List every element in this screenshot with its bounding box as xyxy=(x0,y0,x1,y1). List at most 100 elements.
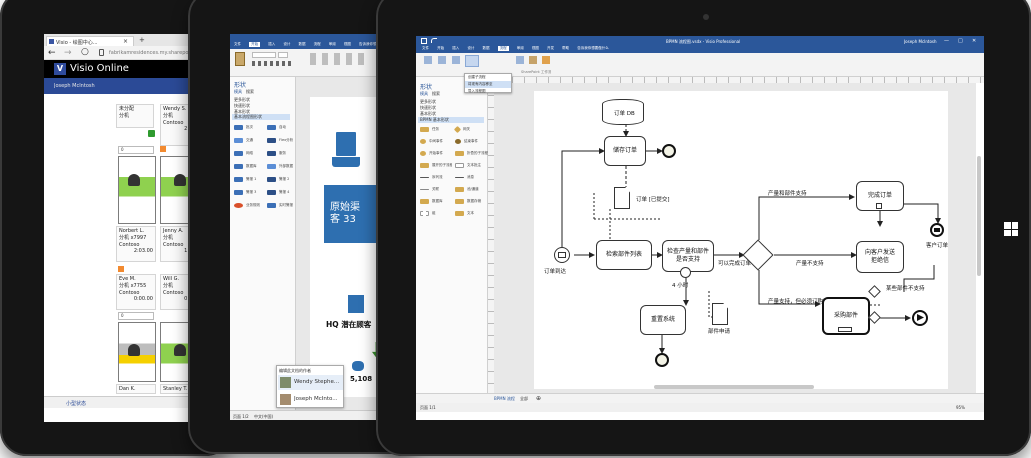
url-field[interactable]: fabrikamresidences.my.sharepo... xyxy=(109,50,193,56)
shape-label: Flex分析 xyxy=(279,138,294,142)
tools-icons[interactable] xyxy=(310,53,370,65)
tab-insert[interactable]: 插入 xyxy=(268,42,275,47)
panel-title: 形状 xyxy=(420,84,433,91)
zoom-level[interactable]: 95% xyxy=(956,405,965,410)
end-event-icon[interactable] xyxy=(662,144,676,158)
panel-tab-search[interactable]: 搜索 xyxy=(432,91,440,97)
timer-event-icon[interactable] xyxy=(680,267,691,278)
card-norbert[interactable]: Norbert L. 分机 x7997 Contoso 2:03.00 xyxy=(116,226,156,262)
browser-tab[interactable]: Visio - 绘图中心... × xyxy=(46,36,134,46)
shape-swatch-icon xyxy=(267,125,276,130)
tab-home[interactable]: 开始 xyxy=(437,46,444,51)
order-document-icon[interactable] xyxy=(614,187,630,209)
tab-process[interactable]: 流程 xyxy=(314,42,321,47)
refresh-icon[interactable]: ○ xyxy=(81,47,89,57)
sheet-tab[interactable]: 小型状态 xyxy=(66,400,86,407)
tab-file[interactable]: 文件 xyxy=(234,42,241,47)
shape-row[interactable]: 开始事件 折叠的子流程 xyxy=(420,151,488,156)
back-arrow-icon[interactable]: ← xyxy=(48,48,56,58)
ribbon-button-icon[interactable] xyxy=(529,56,537,64)
shape-row[interactable]: 序列流 消息 xyxy=(420,175,474,180)
maximize-button[interactable]: □ xyxy=(958,38,963,44)
panel-tab-search[interactable]: 搜索 xyxy=(246,89,254,95)
presence-person[interactable]: Joseph McInto... xyxy=(278,392,343,407)
ribbon-button-icon[interactable] xyxy=(424,56,432,64)
tab-file[interactable]: 文件 xyxy=(422,46,429,51)
dropdown-item[interactable]: 导入流程图 xyxy=(465,88,511,95)
panel-section-selected[interactable]: 基本流程图形状 xyxy=(232,114,290,120)
tab-review[interactable]: 审阅 xyxy=(329,42,336,47)
tab-developer[interactable]: 开发 xyxy=(547,46,554,51)
request-document-icon[interactable] xyxy=(712,303,728,325)
forward-arrow-icon[interactable]: → xyxy=(64,48,72,58)
tab-data[interactable]: 数据 xyxy=(299,42,306,47)
notify-customer-task[interactable]: 向客户发送 拒绝信 xyxy=(856,241,904,273)
page-tab-all[interactable]: 全部 xyxy=(520,396,528,402)
end-event-icon[interactable] xyxy=(655,353,669,367)
font-size-box[interactable] xyxy=(278,52,288,58)
shape-row[interactable]: 数据库 外部数据 xyxy=(234,164,293,169)
minimize-button[interactable]: — xyxy=(944,38,949,44)
vertical-scrollbar[interactable] xyxy=(977,156,981,276)
shape-row[interactable]: 数据库 数据存储 xyxy=(420,199,481,204)
shape-row[interactable]: 任务 网关 xyxy=(420,125,470,134)
horizontal-scrollbar[interactable] xyxy=(654,385,814,389)
reorder-task[interactable]: 重置系统 xyxy=(640,305,686,335)
card-unassigned[interactable]: 未分配 分机 xyxy=(116,104,154,128)
dropdown-item[interactable]: 创建子流程 xyxy=(465,74,511,81)
card-dan[interactable]: Dan K. xyxy=(116,384,156,394)
tab-home[interactable]: 开始 xyxy=(249,42,261,47)
card-eve[interactable]: Eve M. 分机 x7755 Contoso 0:00.00 xyxy=(116,274,156,310)
middle-shapes-panel: 形状 模具 搜索 更多形状 快速形状 基本形状 基本流程图形状 批次 自动 交通 F… xyxy=(230,77,296,410)
new-tab-icon[interactable]: + xyxy=(139,36,145,44)
tab-review[interactable]: 审阅 xyxy=(517,46,524,51)
shape-row[interactable]: 关联 池/通道 xyxy=(420,187,479,192)
tell-me-box[interactable]: 告诉我你想要做什么 xyxy=(577,46,609,51)
status-page: 页面 1/2 xyxy=(233,414,249,419)
panel-section-selected[interactable]: BPMN 基本形状 xyxy=(418,117,484,123)
ribbon-button-icon[interactable] xyxy=(542,56,550,64)
shape-row[interactable]: 警报 3 警报 4 xyxy=(234,190,289,195)
ribbon-button-icon[interactable] xyxy=(438,56,446,64)
presence-person[interactable]: Wendy Stephe... xyxy=(278,375,343,390)
tab-help[interactable]: 帮助 xyxy=(562,46,569,51)
shape-row[interactable]: 交通 Flex分析 xyxy=(234,138,293,143)
shape-label: 数据库 xyxy=(246,164,257,168)
shape-row[interactable]: 业务规则 实时警报 xyxy=(234,203,293,208)
shape-row[interactable]: 警报 1 警报 2 xyxy=(234,177,289,182)
tab-data[interactable]: 数据 xyxy=(483,46,490,51)
tab-design[interactable]: 设计 xyxy=(467,46,474,51)
ribbon-button-icon[interactable] xyxy=(516,56,524,64)
page-tab-bpmn[interactable]: BPMN 流程 xyxy=(494,396,515,402)
card-company: Contoso xyxy=(119,241,140,248)
font-box[interactable] xyxy=(252,52,276,58)
add-page-icon[interactable]: ⊕ xyxy=(536,395,541,402)
shape-row[interactable]: 批次 自动 xyxy=(234,125,286,130)
windows-logo-icon[interactable] xyxy=(1004,222,1018,236)
panel-tab-stencils[interactable]: 模具 xyxy=(420,91,428,97)
shape-row[interactable]: 组 文本 xyxy=(420,211,474,216)
close-button[interactable]: ✕ xyxy=(972,38,976,44)
tab-process[interactable]: 流程 xyxy=(497,46,509,51)
undo-icon[interactable] xyxy=(431,38,437,43)
format-icons[interactable] xyxy=(252,61,292,66)
tab-insert[interactable]: 插入 xyxy=(452,46,459,51)
save-icon[interactable] xyxy=(421,38,427,44)
dropdown-item[interactable]: 将现有内容移至 xyxy=(465,81,511,88)
right-shapes-panel: 形状 模具 搜索 更多形状 快速形状 基本形状 BPMN 基本形状 任务 网关 中… xyxy=(416,77,488,410)
store-order-task[interactable]: 储存订单 xyxy=(604,136,646,166)
shape-row[interactable]: 展开的子流程 文本批注 xyxy=(420,163,481,168)
paste-icon[interactable] xyxy=(235,52,245,66)
panel-tab-stencils[interactable]: 模具 xyxy=(234,89,242,95)
signed-in-user[interactable]: Joseph McIntosh xyxy=(904,39,937,44)
shape-row[interactable]: 中间事件 结束事件 xyxy=(420,139,478,144)
card-time: 0:00.00 xyxy=(133,296,153,303)
check-parts-task[interactable]: 检索部件列表 xyxy=(596,240,652,270)
tab-close-icon[interactable]: × xyxy=(123,38,128,45)
shape-row[interactable]: 网络 服务 xyxy=(234,151,286,156)
ribbon-button-icon[interactable] xyxy=(452,56,460,64)
tab-view[interactable]: 视图 xyxy=(344,42,351,47)
subprocess-button[interactable] xyxy=(465,55,479,67)
tab-design[interactable]: 设计 xyxy=(283,42,290,47)
tab-view[interactable]: 视图 xyxy=(532,46,539,51)
